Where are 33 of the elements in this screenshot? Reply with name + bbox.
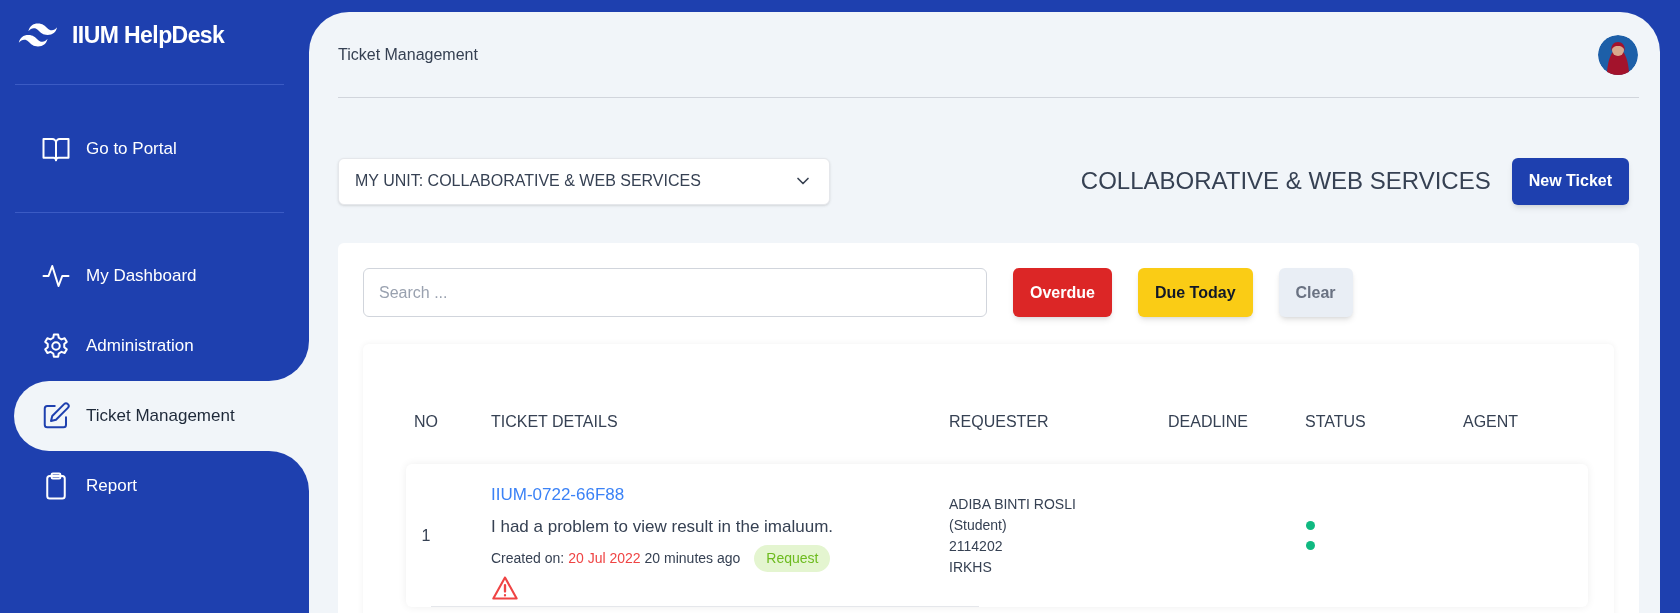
settings-icon	[41, 331, 71, 361]
brand-name: IIUM HelpDesk	[72, 20, 225, 50]
sidebar-item[interactable]: My Dashboard	[14, 244, 309, 308]
requester-line: 2114202	[949, 536, 1004, 556]
new-ticket-button[interactable]: New Ticket	[1511, 157, 1629, 205]
column-header: DEADLINE	[1168, 412, 1250, 432]
page-title: Ticket Management	[338, 44, 478, 65]
unit-heading: COLLABORATIVE & WEB SERVICES	[1080, 166, 1491, 196]
filter-button[interactable]: Due Today	[1137, 268, 1253, 317]
created-date: 20 Jul 2022	[568, 549, 641, 568]
sidebar-item[interactable]: Ticket Management	[14, 381, 309, 451]
dropdown-value: MY UNIT: COLLABORATIVE & WEB SERVICES	[355, 171, 701, 191]
category-tag: Request	[754, 545, 831, 572]
column-header: TICKET DETAILS	[491, 412, 619, 432]
filter-button[interactable]: Overdue	[1013, 268, 1112, 317]
ticket-link[interactable]: IIUM-0722-66F88	[491, 482, 625, 508]
requester-line: ADIBA BINTI ROSLI	[949, 494, 1077, 514]
column-header: STATUS	[1305, 412, 1367, 432]
avatar[interactable]	[1598, 34, 1638, 75]
edit-icon	[41, 401, 71, 431]
search-field[interactable]: Search ...	[363, 268, 987, 317]
column-header: REQUESTER	[949, 412, 1050, 432]
column-header: AGENT	[1463, 412, 1520, 432]
requester-line: IRKHS	[949, 557, 993, 577]
ticket-subject: I had a problem to view result in the imaluum.	[491, 515, 834, 538]
created-label: Created on:	[491, 549, 565, 568]
portal-link[interactable]: Go to Portal	[41, 133, 177, 164]
column-header: NO	[413, 412, 439, 432]
unit-dropdown[interactable]: MY UNIT: COLLABORATIVE & WEB SERVICES	[338, 157, 830, 205]
filter-button[interactable]: Clear	[1278, 268, 1353, 317]
requester-line: (Student)	[949, 515, 1008, 535]
row-number: 1	[420, 525, 432, 546]
created-ago: 20 minutes ago	[644, 549, 741, 568]
